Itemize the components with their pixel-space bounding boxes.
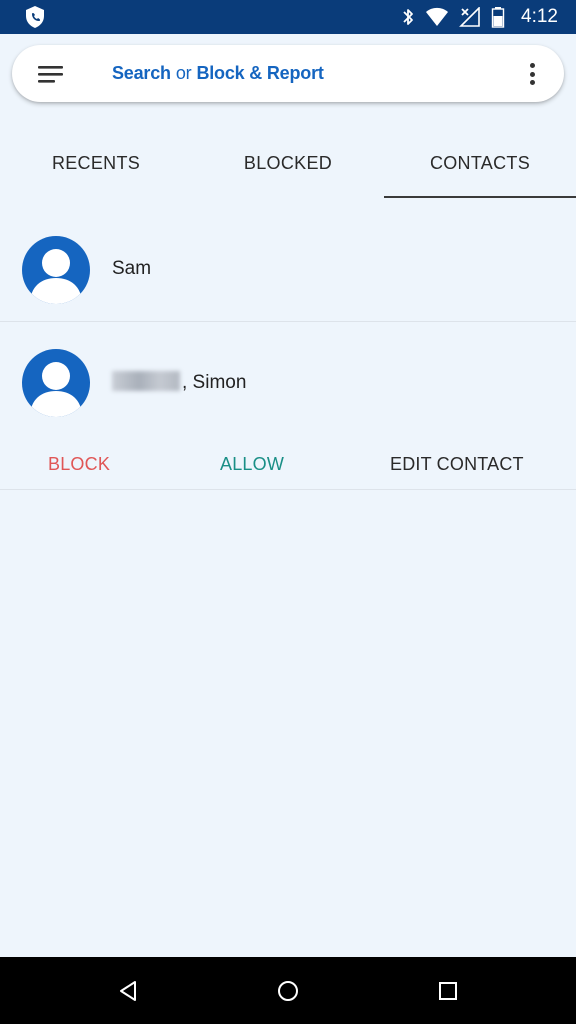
tab-bar: RECENTS BLOCKED CONTACTS bbox=[0, 128, 576, 198]
status-time: 4:12 bbox=[521, 6, 558, 27]
tab-recents[interactable]: RECENTS bbox=[0, 128, 192, 198]
menu-icon[interactable] bbox=[38, 64, 64, 84]
block-button[interactable]: BLOCK bbox=[48, 440, 110, 488]
or-label: or bbox=[175, 63, 192, 83]
search-bar[interactable]: Search or Block & Report bbox=[12, 45, 564, 102]
navigation-bar bbox=[0, 957, 576, 1024]
contact-name: , Simon bbox=[112, 371, 246, 394]
avatar bbox=[22, 349, 90, 417]
allow-button[interactable]: ALLOW bbox=[220, 440, 284, 488]
contact-actions: BLOCK ALLOW EDIT CONTACT bbox=[0, 440, 576, 488]
no-signal-icon bbox=[459, 7, 481, 27]
search-label: Search bbox=[112, 63, 171, 83]
battery-icon bbox=[491, 6, 505, 28]
block-report-label: Block & Report bbox=[196, 63, 324, 83]
bluetooth-icon bbox=[401, 7, 415, 27]
list-item[interactable]: Sam bbox=[0, 216, 576, 322]
contact-first-name: , Simon bbox=[182, 372, 247, 393]
back-icon[interactable] bbox=[116, 979, 140, 1003]
list-item[interactable]: , Simon bbox=[0, 322, 576, 440]
shield-app-icon bbox=[24, 5, 46, 29]
redacted-surname bbox=[112, 371, 180, 391]
recents-icon[interactable] bbox=[436, 979, 460, 1003]
search-placeholder[interactable]: Search or Block & Report bbox=[112, 45, 324, 102]
status-bar: 4:12 bbox=[0, 0, 576, 34]
wifi-icon bbox=[425, 7, 449, 27]
tab-contacts[interactable]: CONTACTS bbox=[384, 128, 576, 198]
edit-contact-button[interactable]: EDIT CONTACT bbox=[390, 440, 524, 488]
overflow-menu-icon[interactable] bbox=[522, 61, 542, 87]
home-icon[interactable] bbox=[276, 979, 300, 1003]
divider bbox=[0, 489, 576, 490]
contact-name: Sam bbox=[112, 258, 152, 279]
avatar bbox=[22, 236, 90, 304]
tab-blocked[interactable]: BLOCKED bbox=[192, 128, 384, 198]
